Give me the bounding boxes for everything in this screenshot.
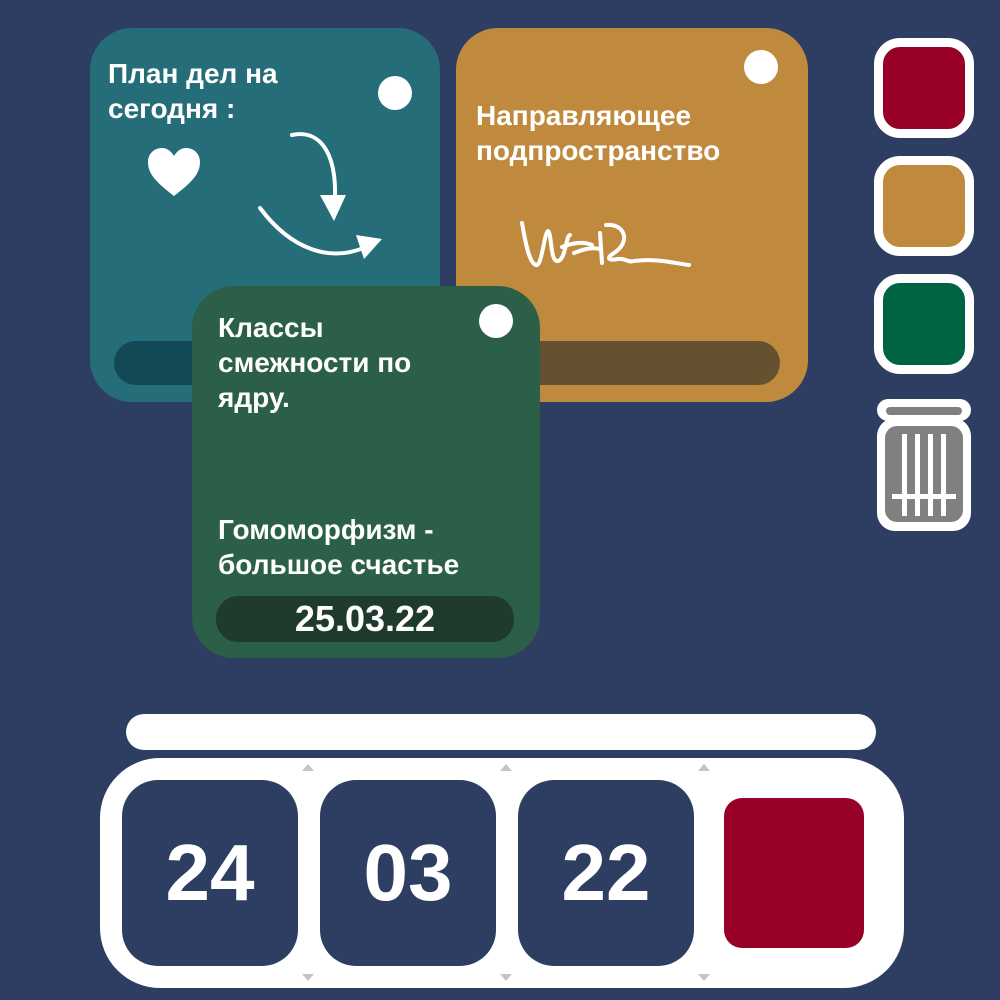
note-title: План дел на сегодня : [108,56,368,126]
scroll-up-indicator [500,764,512,771]
year-picker[interactable]: 22 [518,780,694,966]
curved-arrow-right-icon [258,206,382,259]
note-title: Направляющее подпространство [476,98,796,168]
note-title-line: Направляющее [476,100,692,131]
scroll-up-indicator [698,764,710,771]
scroll-down-indicator [698,974,710,981]
day-picker[interactable]: 24 [122,780,298,966]
note-title-line: ядру. [218,382,290,413]
note-pin-button[interactable] [378,76,412,110]
heart-icon [148,148,200,196]
note-card-cosets[interactable]: Классы смежности по ядру. Гомоморфизм - … [192,286,540,658]
note-pin-button[interactable] [744,50,778,84]
color-swatch-orange[interactable] [874,156,974,256]
note-body-line: Гомоморфизм - [218,514,434,545]
note-title-line: подпространство [476,135,721,166]
color-swatch-red[interactable] [874,38,974,138]
scroll-up-indicator [302,764,314,771]
color-picker[interactable] [724,798,864,948]
date-picker: 24 03 22 [100,758,904,988]
note-title-line: Классы [218,312,324,343]
note-title-line: сегодня : [108,93,236,124]
color-swatch-green[interactable] [874,274,974,374]
signature [520,221,691,268]
scroll-down-indicator [500,974,512,981]
month-picker[interactable]: 03 [320,780,496,966]
note-input-bar[interactable] [126,714,876,750]
trash-icon[interactable] [874,396,974,534]
note-title-line: План дел на [108,58,278,89]
scroll-down-indicator [302,974,314,981]
note-date: 25.03.22 [294,598,436,639]
note-pin-button[interactable] [479,304,513,338]
note-title-line: смежности по [218,347,412,378]
note-title: Классы смежности по ядру. [218,310,478,415]
curved-arrow-down-icon [290,132,346,221]
note-body-line: большое счастье [218,549,460,580]
note-body: Гомоморфизм - большое счастье [218,512,528,582]
curved-arrows-icon [258,132,382,259]
